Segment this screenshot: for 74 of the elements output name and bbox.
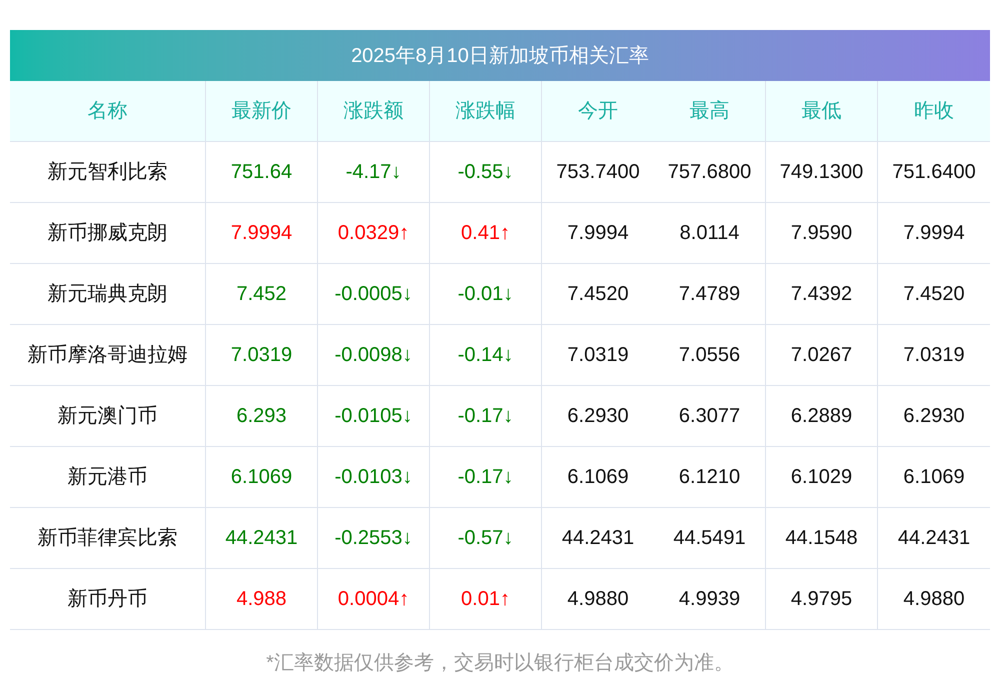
table-cell: 8.0114 (654, 203, 766, 263)
table-cell: 44.1548 (766, 508, 878, 568)
table-cell: 新币丹币 (10, 569, 206, 629)
table-cell: 44.2431 (206, 508, 318, 568)
table-cell-text: 7.0319 (902, 343, 966, 368)
table-cell-text: 7.4520 (566, 282, 630, 307)
table-cell: 0.01↑ (430, 569, 542, 629)
table-cell: -0.0098↓ (318, 325, 430, 385)
table-cell: 新元智利比索 (10, 142, 206, 202)
column-header: 名称 (10, 81, 206, 141)
table-cell: 4.9939 (654, 569, 766, 629)
table-cell: 0.41↑ (430, 203, 542, 263)
table-cell: 7.0267 (766, 325, 878, 385)
table-cell: 7.0319 (206, 325, 318, 385)
table-cell: -0.0105↓ (318, 386, 430, 446)
table-cell: -0.01↓ (430, 264, 542, 324)
table-cell: 6.1069 (206, 447, 318, 507)
table-cell: -0.57↓ (430, 508, 542, 568)
table-cell: 新币挪威克朗 (10, 203, 206, 263)
column-header: 最低 (766, 81, 878, 141)
table-cell: 751.64 (206, 142, 318, 202)
table-cell: 4.9795 (766, 569, 878, 629)
table-cell: 749.1300 (766, 142, 878, 202)
table-cell-text: 7.9994 (566, 221, 630, 246)
column-header: 最高 (654, 81, 766, 141)
table-cell: 7.4789 (654, 264, 766, 324)
table-cell: 0.0004↑ (318, 569, 430, 629)
table-cell-text: 751.6400 (891, 160, 977, 185)
column-header: 最新价 (206, 81, 318, 141)
table-cell: -0.55↓ (430, 142, 542, 202)
table-cell: -0.14↓ (430, 325, 542, 385)
table-cell-text: 753.7400 (555, 160, 641, 185)
table-cell: 6.1210 (654, 447, 766, 507)
table-cell: 新币菲律宾比索 (10, 508, 206, 568)
table-cell: 4.988 (206, 569, 318, 629)
table-cell: -0.2553↓ (318, 508, 430, 568)
table-cell: 7.9590 (766, 203, 878, 263)
table-cell: 6.2889 (766, 386, 878, 446)
column-header: 涨跌额 (318, 81, 430, 141)
table-cell-text: 6.2930 (566, 404, 630, 429)
table-cell: 757.6800 (654, 142, 766, 202)
table-cell: 新币摩洛哥迪拉姆 (10, 325, 206, 385)
table-cell: -0.0103↓ (318, 447, 430, 507)
table-cell: 新元瑞典克朗 (10, 264, 206, 324)
table-cell-text: 7.0319 (566, 343, 630, 368)
table-cell-text: 6.1069 (902, 465, 966, 490)
column-header: 今开 (577, 99, 619, 124)
table-cell-text: 6.1069 (566, 465, 630, 490)
table-title-bar: 2025年8月10日新加坡币相关汇率 (10, 30, 990, 81)
column-header: 昨收 (913, 99, 955, 124)
table-cell: -0.0005↓ (318, 264, 430, 324)
table-cell-text: 4.9880 (566, 587, 630, 612)
table-cell: 0.0329↑ (318, 203, 430, 263)
table-cell: 7.0556 (654, 325, 766, 385)
table-cell-text: 44.2431 (560, 526, 636, 551)
table-cell-text: 6.2930 (902, 404, 966, 429)
table-cell-text: 4.9880 (902, 587, 966, 612)
column-header: 涨跌幅 (430, 81, 542, 141)
table-cell: 6.3077 (654, 386, 766, 446)
table-cell: 44.5491 (654, 508, 766, 568)
table-cell-text: 44.2431 (896, 526, 972, 551)
table-cell-text: 7.4520 (902, 282, 966, 307)
table-cell: 6.293 (206, 386, 318, 446)
table-cell: -4.17↓ (318, 142, 430, 202)
table-cell-text: 7.9994 (902, 221, 966, 246)
table-cell: 7.4392 (766, 264, 878, 324)
table-cell: 7.9994 (206, 203, 318, 263)
table-cell: -0.17↓ (430, 386, 542, 446)
footnote: *汇率数据仅供参考，交易时以银行柜台成交价为准。 (265, 651, 735, 676)
table-cell: 新元澳门币 (10, 386, 206, 446)
table-cell: 新元港币 (10, 447, 206, 507)
table-cell: 7.452 (206, 264, 318, 324)
table-cell: 6.1029 (766, 447, 878, 507)
table-cell: -0.17↓ (430, 447, 542, 507)
